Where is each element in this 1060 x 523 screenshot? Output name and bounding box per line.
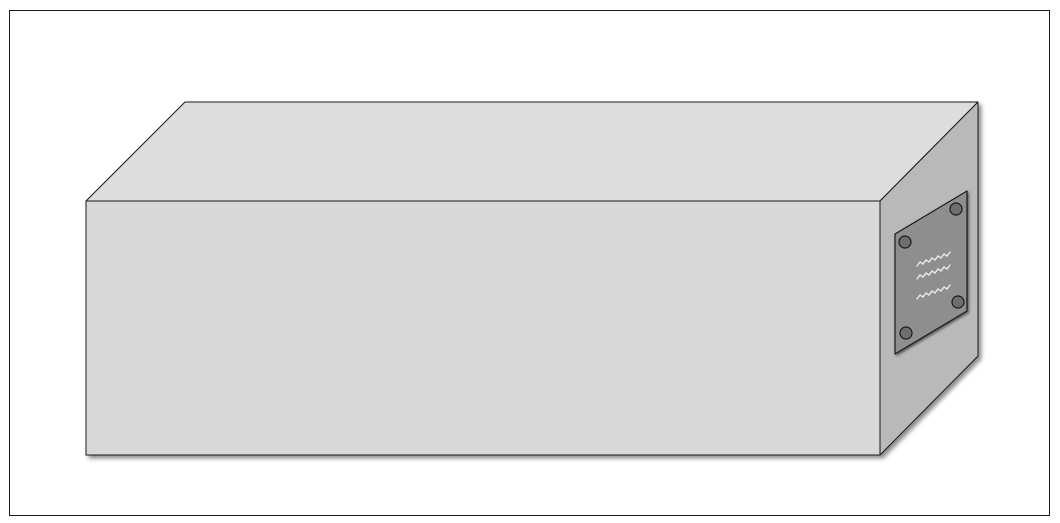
diagram-svg <box>9 10 1050 516</box>
bolt-top-left <box>898 235 912 249</box>
box-front-face <box>85 200 881 456</box>
diagram-canvas <box>0 0 1060 523</box>
bolt-top-right <box>949 202 963 216</box>
box-top-face <box>85 101 979 202</box>
bolt-bottom-left <box>899 326 913 340</box>
bolt-bottom-right <box>951 295 965 309</box>
box <box>85 101 979 456</box>
